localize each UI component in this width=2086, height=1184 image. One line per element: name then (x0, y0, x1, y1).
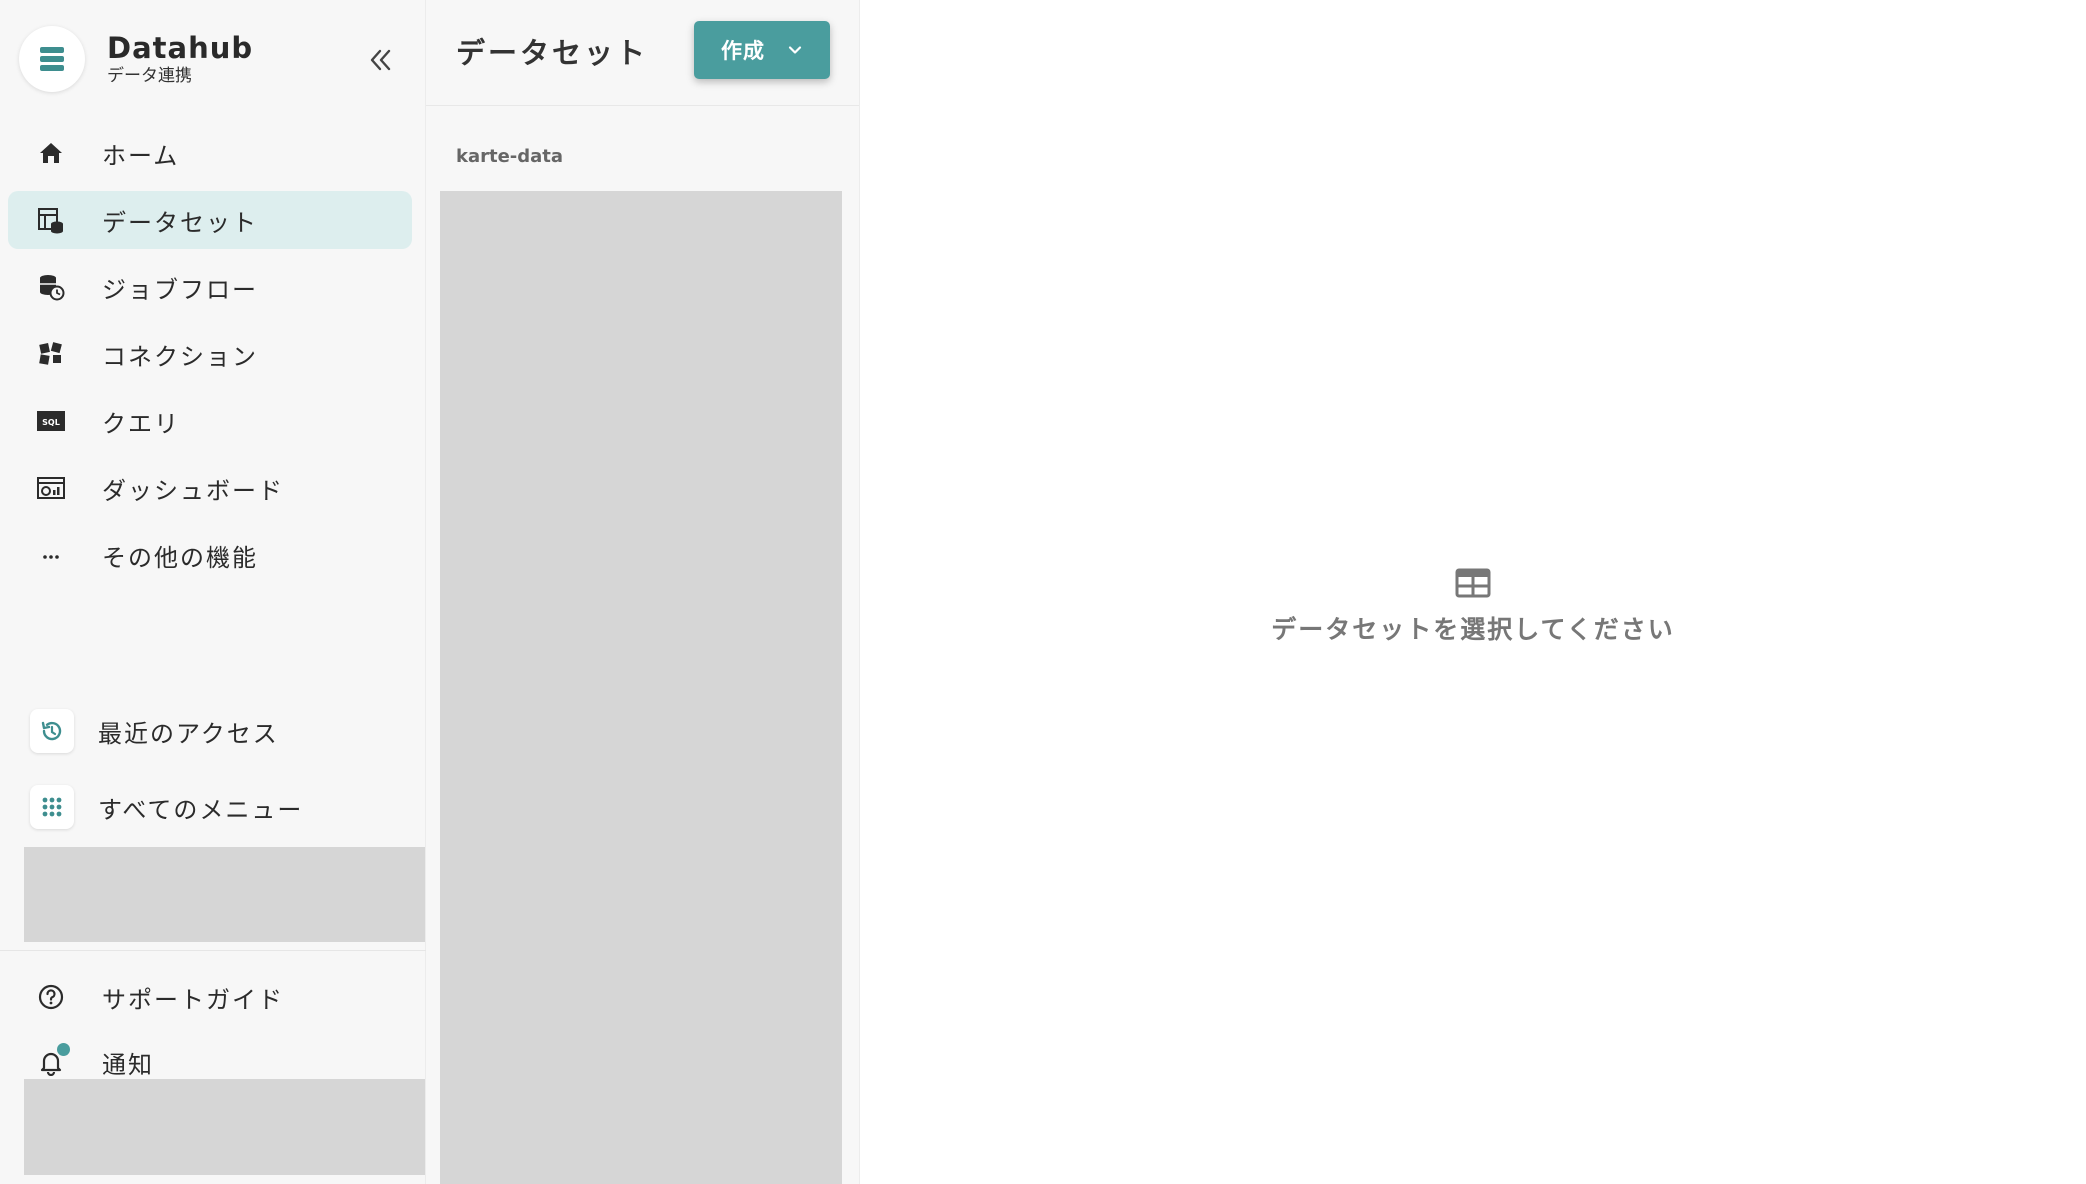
sidebar-divider (0, 950, 426, 951)
nav-item-dataset[interactable]: データセット (8, 191, 412, 249)
sidebar: Datahub データ連携 ホーム データセット ジョブフロー コネクション S… (0, 0, 426, 1184)
brand[interactable]: Datahub データ連携 (19, 26, 253, 92)
redacted-area (24, 847, 425, 942)
bell-icon (36, 1043, 70, 1077)
datahub-logo-icon (19, 26, 85, 92)
notifications-label: 通知 (102, 1050, 154, 1079)
grid-apps-icon (30, 785, 74, 829)
dataset-group-label: karte-data (456, 146, 564, 167)
all-menu-label: すべてのメニュー (98, 795, 304, 824)
brand-title: Datahub (107, 31, 254, 65)
svg-text:SQL: SQL (42, 418, 60, 427)
sql-icon: SQL (36, 406, 66, 436)
support-guide-link[interactable]: サポートガイド (36, 972, 416, 1022)
main-nav: ホーム データセット ジョブフロー コネクション SQL クエリ ダッシュボード… (8, 124, 412, 593)
nav-item-label: データセット (102, 208, 258, 237)
page-title: データセット (456, 36, 649, 70)
main-content: データセットを選択してください (860, 0, 2086, 1184)
redacted-area (24, 1079, 425, 1175)
brand-subtitle: データ連携 (107, 66, 192, 86)
dataset-icon (36, 205, 66, 235)
panel-header: データセット 作成 (426, 0, 859, 106)
recent-access-label: 最近のアクセス (98, 719, 279, 748)
table-icon (1455, 568, 1491, 598)
home-icon (36, 138, 66, 168)
recent-access-button[interactable]: 最近のアクセス (30, 703, 410, 759)
support-guide-label: サポートガイド (102, 985, 284, 1014)
create-button-label: 作成 (721, 39, 765, 63)
chevron-down-icon (787, 42, 803, 58)
empty-state: データセットを選択してください (860, 568, 2086, 646)
nav-item-label: コネクション (102, 342, 258, 371)
dashboard-icon (36, 473, 66, 503)
dataset-panel: データセット 作成 karte-data (426, 0, 860, 1184)
nav-item-dashboard[interactable]: ダッシュボード (8, 459, 412, 517)
nav-item-query[interactable]: SQL クエリ (8, 392, 412, 450)
empty-state-message: データセットを選択してください (1271, 615, 1675, 644)
collapse-sidebar-button[interactable] (360, 40, 400, 80)
nav-item-home[interactable]: ホーム (8, 124, 412, 182)
nav-item-label: その他の機能 (102, 543, 258, 572)
double-chevron-left-icon (370, 49, 391, 71)
nav-item-jobflow[interactable]: ジョブフロー (8, 258, 412, 316)
nav-item-label: クエリ (102, 409, 180, 438)
nav-item-label: ホーム (102, 141, 180, 170)
history-icon (30, 709, 74, 753)
nav-item-label: ダッシュボード (102, 476, 284, 505)
nav-item-more[interactable]: その他の機能 (8, 526, 412, 584)
notification-badge (57, 1043, 70, 1056)
nav-item-label: ジョブフロー (102, 275, 258, 304)
create-button[interactable]: 作成 (694, 21, 830, 79)
connection-icon (36, 339, 66, 369)
jobflow-icon (36, 272, 66, 302)
redacted-dataset-list (440, 191, 842, 1184)
all-menu-button[interactable]: すべてのメニュー (30, 779, 410, 835)
help-circle-icon (36, 982, 66, 1012)
nav-item-connection[interactable]: コネクション (8, 325, 412, 383)
more-icon (36, 540, 66, 570)
